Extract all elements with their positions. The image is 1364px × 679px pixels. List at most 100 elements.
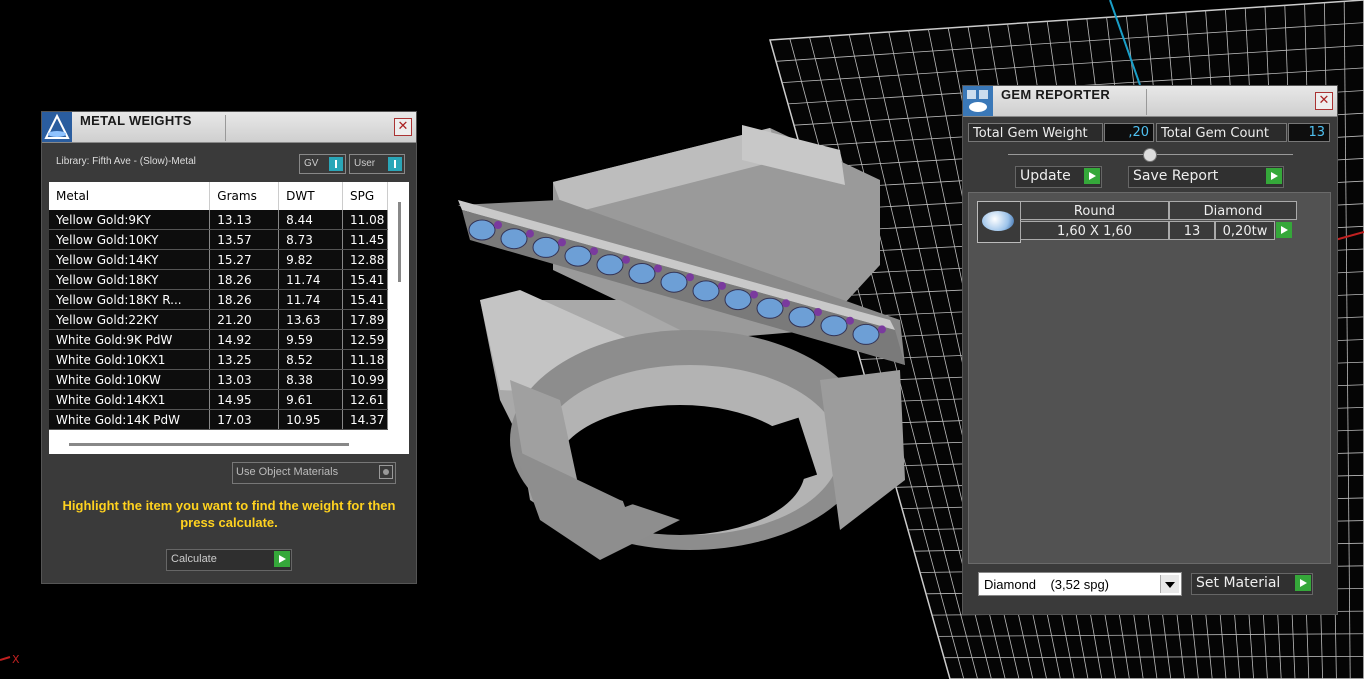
gem-material: Diamond: [1169, 201, 1297, 220]
gem-stone: [532, 236, 560, 258]
cell-spg: 10.99: [342, 369, 389, 390]
close-icon[interactable]: ✕: [394, 118, 412, 136]
x-axis-label: X: [12, 653, 20, 666]
calculate-button-label: Calculate: [171, 553, 217, 565]
cell-metal: Yellow Gold:14KY: [49, 249, 211, 270]
cell-dwt: 9.59: [278, 329, 343, 350]
vertical-scrollbar[interactable]: [398, 202, 401, 282]
save-report-button[interactable]: Save Report: [1128, 166, 1284, 188]
table-row[interactable]: White Gold:10KX1 13.25 8.52 11.18: [49, 349, 389, 370]
metal-weights-app-icon: [42, 112, 72, 142]
cell-grams: 15.27: [209, 249, 280, 270]
calculate-button[interactable]: Calculate: [166, 549, 292, 571]
cell-spg: 12.61: [342, 389, 389, 410]
cell-grams: 17.03: [209, 409, 280, 430]
cell-metal: White Gold:10KX1: [49, 349, 211, 370]
table-row[interactable]: White Gold:14KX1 14.95 9.61 12.61: [49, 389, 389, 410]
table-row[interactable]: White Gold:10KW 13.03 8.38 10.99: [49, 369, 389, 390]
gem-size: 1,60 X 1,60: [1020, 221, 1169, 240]
cell-metal: Yellow Gold:10KY: [49, 229, 211, 250]
close-icon[interactable]: ✕: [1315, 92, 1333, 110]
user-toggle[interactable]: User: [349, 154, 405, 174]
user-toggle-label: User: [354, 158, 376, 169]
update-button[interactable]: Update: [1015, 166, 1102, 188]
gem-play-arrow-icon[interactable]: [1276, 222, 1292, 238]
cell-grams: 14.92: [209, 329, 280, 350]
cell-dwt: 8.73: [278, 229, 343, 250]
table-row[interactable]: White Gold:9K PdW 14.92 9.59 12.59: [49, 329, 389, 350]
metal-table-container[interactable]: Metal Grams DWT SPG Yellow Gold:9KY 13.13…: [49, 182, 409, 454]
title-separator: [225, 115, 226, 141]
cell-dwt: 8.52: [278, 349, 343, 370]
table-row[interactable]: Yellow Gold:10KY 13.57 8.73 11.45: [49, 229, 389, 250]
material-select[interactable]: Diamond (3,52 spg): [978, 572, 1182, 596]
cell-dwt: 8.44: [278, 210, 343, 230]
horizontal-scrollbar[interactable]: [69, 443, 349, 446]
table-row[interactable]: Yellow Gold:9KY 13.13 8.44 11.08: [49, 210, 389, 230]
gem-stone: [724, 289, 752, 311]
ring-model[interactable]: [458, 125, 905, 560]
play-arrow-icon: [1266, 168, 1282, 184]
table-row[interactable]: Yellow Gold:18KY 18.26 11.74 15.41: [49, 269, 389, 290]
gem-stone: [500, 228, 528, 250]
cell-metal: White Gold:14KX1: [49, 389, 211, 410]
cell-dwt: 11.74: [278, 289, 343, 310]
column-header-spg[interactable]: SPG: [342, 182, 389, 210]
column-header-dwt[interactable]: DWT: [278, 182, 343, 210]
metal-weights-title-bar[interactable]: METAL WEIGHTS ✕: [42, 112, 416, 143]
total-gem-count-label: Total Gem Count: [1156, 123, 1287, 142]
round-gem-icon[interactable]: [977, 201, 1021, 243]
play-arrow-icon: [274, 551, 290, 567]
cell-spg: 12.59: [342, 329, 389, 350]
toggle-switch-icon: [329, 157, 343, 171]
set-material-button-label: Set Material: [1196, 575, 1281, 591]
table-row[interactable]: White Gold:14K PdW 17.03 10.95 14.37: [49, 409, 389, 430]
cell-spg: 15.41: [342, 289, 389, 310]
total-gem-count-value: 13: [1288, 123, 1330, 142]
prong: [526, 229, 534, 238]
cell-dwt: 9.61: [278, 389, 343, 410]
play-arrow-icon: [1295, 575, 1311, 591]
gem-stone: [788, 306, 816, 328]
prong: [654, 264, 662, 273]
prong: [622, 255, 630, 264]
cell-grams: 21.20: [209, 309, 280, 330]
column-header-metal[interactable]: Metal: [49, 182, 211, 210]
metal-weights-title: METAL WEIGHTS: [80, 113, 192, 128]
metal-table: Metal Grams DWT SPG Yellow Gold:9KY 13.13…: [49, 182, 389, 430]
play-arrow-icon: [1084, 168, 1100, 184]
gem-stone: [628, 263, 656, 284]
cell-grams: 18.26: [209, 289, 280, 310]
slider-handle[interactable]: [1143, 148, 1157, 162]
table-row[interactable]: Yellow Gold:18KY R... 18.26 11.74 15.41: [49, 289, 389, 310]
cell-metal: Yellow Gold:9KY: [49, 210, 211, 230]
column-header-grams[interactable]: Grams: [209, 182, 280, 210]
cell-grams: 13.03: [209, 369, 280, 390]
metal-weights-panel: METAL WEIGHTS ✕ Library: Fifth Ave - (Sl…: [41, 111, 417, 584]
cell-spg: 15.41: [342, 269, 389, 290]
table-row[interactable]: Yellow Gold:14KY 15.27 9.82 12.88: [49, 249, 389, 270]
library-label: Library: Fifth Ave - (Slow)-Metal: [56, 156, 196, 167]
gv-toggle[interactable]: GV: [299, 154, 346, 174]
gem-reporter-title-bar[interactable]: GEM REPORTER ✕: [963, 86, 1337, 117]
chevron-down-icon[interactable]: [1160, 575, 1179, 593]
cell-grams: 18.26: [209, 269, 280, 290]
cell-grams: 14.95: [209, 389, 280, 410]
gem-shape: Round: [1020, 201, 1169, 220]
table-row[interactable]: Yellow Gold:22KY 21.20 13.63 17.89: [49, 309, 389, 330]
cell-dwt: 8.38: [278, 369, 343, 390]
use-object-materials-toggle[interactable]: Use Object Materials: [232, 462, 396, 484]
cell-spg: 11.45: [342, 229, 389, 250]
cell-spg: 11.18: [342, 349, 389, 370]
set-material-button[interactable]: Set Material: [1191, 573, 1313, 595]
prong: [846, 316, 854, 325]
prong: [686, 273, 694, 282]
prong: [590, 247, 598, 256]
save-report-button-label: Save Report: [1133, 168, 1219, 184]
cell-dwt: 9.82: [278, 249, 343, 270]
gem-list[interactable]: Round Diamond 1,60 X 1,60 13 0,20tw: [968, 192, 1331, 564]
gem-stone: [660, 271, 688, 293]
cell-metal: White Gold:10KW: [49, 369, 211, 390]
total-gem-weight-label: Total Gem Weight: [968, 123, 1103, 142]
cell-spg: 14.37: [342, 409, 389, 430]
